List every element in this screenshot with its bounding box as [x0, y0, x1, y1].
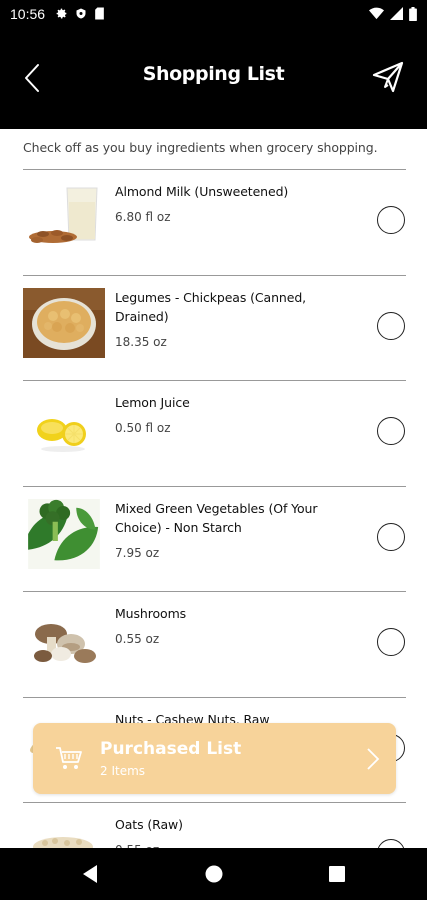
sd-card-icon [95, 7, 104, 20]
item-quantity: 18.35 oz [115, 334, 167, 349]
list-item: Lemon Juice 0.50 fl oz [23, 380, 406, 486]
triangle-back-icon [83, 865, 97, 883]
paper-plane-icon [372, 61, 404, 93]
item-quantity: 6.80 fl oz [115, 210, 171, 224]
purchased-list-title: Purchased List [100, 739, 242, 759]
page-title: Shopping List [142, 63, 285, 85]
list-item: Mushrooms 0.55 oz [23, 591, 406, 697]
list-item: Almond Milk (Unsweetened) 6.80 fl oz [23, 169, 406, 275]
nav-recents-button[interactable] [325, 862, 349, 886]
purchased-list-button[interactable]: Purchased List 2 Items [33, 723, 396, 794]
system-nav-bar [0, 848, 427, 900]
nav-home-button[interactable] [202, 862, 226, 886]
lemons-image [23, 393, 105, 463]
item-name: Legumes - Chickpeas (Canned, Drained) [115, 289, 307, 324]
nav-back-button[interactable] [79, 862, 103, 886]
purchase-checkbox[interactable] [377, 417, 405, 445]
wifi-icon [369, 7, 384, 20]
shield-icon [76, 8, 86, 19]
item-quantity: 7.95 oz [115, 545, 160, 560]
item-name: Mushrooms [115, 606, 187, 621]
battery-icon [409, 6, 417, 21]
chevron-right-icon [367, 748, 380, 770]
mushrooms-image [23, 604, 105, 674]
gear-icon [56, 8, 67, 19]
mixed-greens-image [28, 498, 100, 569]
instructions-text: Check off as you buy ingredients when gr… [23, 140, 378, 155]
app-bar: Shopping List [0, 27, 427, 129]
item-name: Mixed Green Vegetables (Of Your Choice) … [115, 500, 318, 535]
purchase-checkbox[interactable] [377, 522, 405, 551]
status-time: 10:56 [10, 5, 46, 22]
list-item: Mixed Green Vegetables (Of Your Choice) … [23, 485, 406, 592]
chickpeas-image [23, 287, 105, 358]
item-quantity: 0.50 fl oz [115, 421, 171, 435]
almond-milk-image [23, 182, 105, 252]
purchase-checkbox[interactable] [377, 311, 405, 340]
purchased-item-count: 2 Items [100, 764, 146, 778]
share-list-button[interactable] [371, 60, 405, 94]
square-recents-icon [329, 866, 345, 882]
item-name: Lemon Juice [115, 395, 190, 410]
list-item: Legumes - Chickpeas (Canned, Drained) 18… [23, 274, 406, 381]
signal-icon [390, 7, 403, 20]
status-bar: 10:56 [0, 0, 427, 27]
circle-home-icon [205, 865, 223, 883]
shopping-cart-icon [56, 747, 82, 769]
purchase-checkbox[interactable] [377, 206, 405, 234]
item-name: Almond Milk (Unsweetened) [115, 184, 289, 199]
purchase-checkbox[interactable] [377, 628, 405, 656]
item-name: Oats (Raw) [115, 817, 183, 832]
item-quantity: 0.55 oz [115, 632, 160, 646]
